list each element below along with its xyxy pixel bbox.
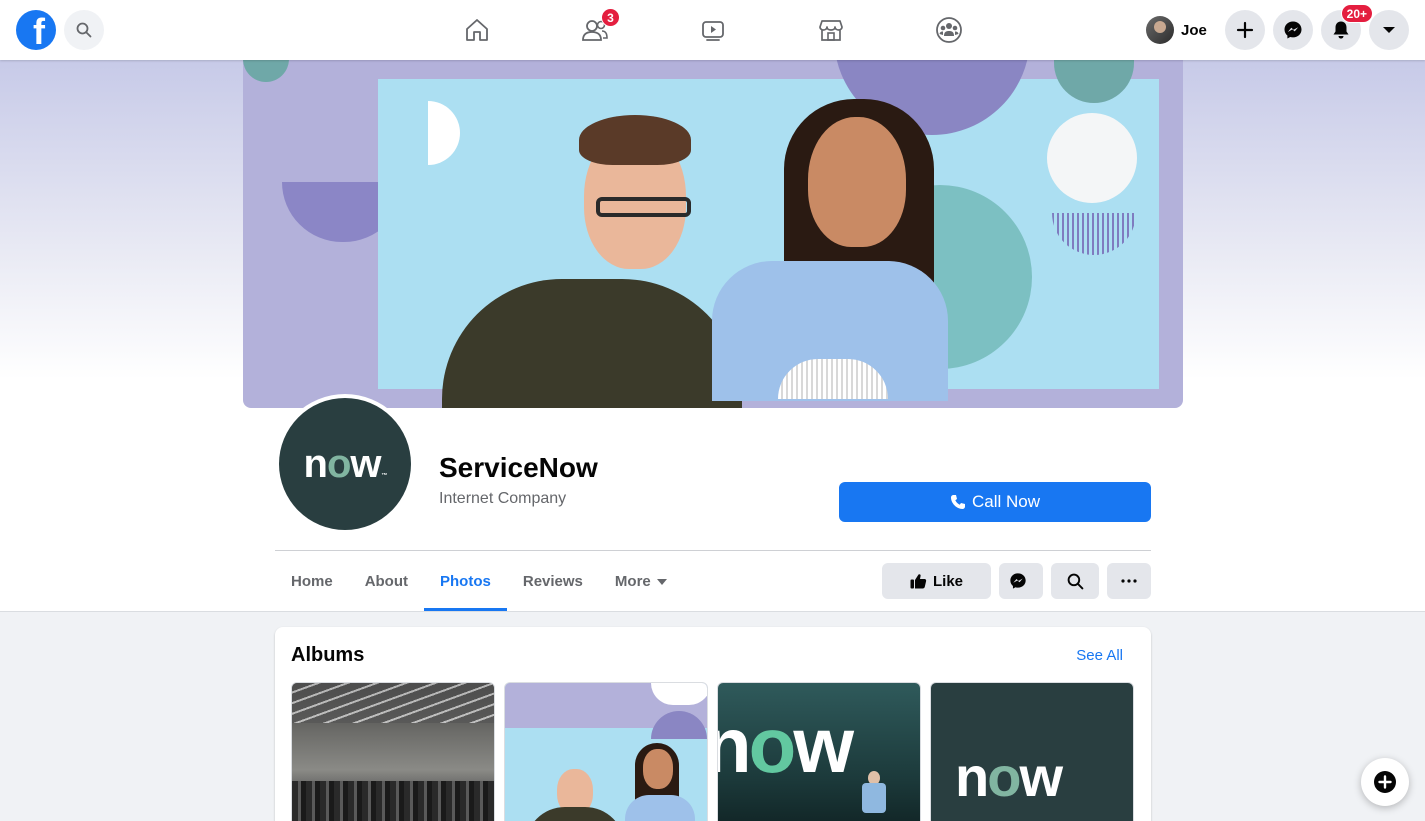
person-man-body bbox=[442, 279, 742, 408]
logo-letter: w bbox=[1019, 745, 1063, 808]
page-search-button[interactable] bbox=[1051, 563, 1099, 599]
like-label: Like bbox=[932, 572, 963, 590]
plus-circle-icon bbox=[1374, 771, 1396, 793]
cover-shape bbox=[1047, 113, 1137, 203]
logo-letter: o bbox=[987, 745, 1021, 808]
album-thumbnail[interactable] bbox=[504, 682, 708, 821]
nav-watch[interactable] bbox=[657, 0, 769, 60]
albums-card: Albums See All now now bbox=[275, 627, 1151, 821]
tab-about[interactable]: About bbox=[349, 552, 424, 611]
tab-label: More bbox=[614, 573, 651, 590]
create-button[interactable] bbox=[1225, 10, 1265, 50]
thumb-face bbox=[643, 749, 673, 789]
page-profile-picture[interactable]: n o w ™ bbox=[275, 394, 415, 534]
person-man-glasses bbox=[596, 197, 691, 217]
cover-photo-backdrop bbox=[378, 60, 1159, 408]
caret-down-icon bbox=[656, 578, 667, 585]
cover-shape bbox=[428, 101, 460, 165]
watch-icon bbox=[702, 21, 724, 41]
home-icon bbox=[466, 19, 488, 41]
album-thumbnail[interactable] bbox=[291, 682, 495, 821]
tab-photos[interactable]: Photos bbox=[424, 552, 507, 611]
call-now-label: Call Now bbox=[971, 492, 1041, 511]
cover-photo[interactable] bbox=[243, 60, 1183, 408]
nav-friends[interactable]: 3 bbox=[539, 0, 651, 60]
logo-letter: w bbox=[350, 441, 381, 486]
plus-icon bbox=[1236, 21, 1254, 39]
nav-groups[interactable] bbox=[893, 0, 1005, 60]
messenger-icon bbox=[1010, 573, 1026, 589]
person-woman-face bbox=[808, 117, 906, 247]
like-button[interactable]: Like bbox=[882, 563, 991, 599]
person-man-hair bbox=[579, 115, 691, 165]
facebook-logo[interactable]: f bbox=[16, 10, 56, 50]
album-thumbnail[interactable]: now bbox=[930, 682, 1134, 821]
tab-home[interactable]: Home bbox=[275, 552, 349, 611]
nav-home[interactable] bbox=[421, 0, 533, 60]
phone-icon bbox=[950, 495, 965, 509]
thumb-now-text: now bbox=[718, 701, 854, 789]
tab-reviews[interactable]: Reviews bbox=[507, 552, 599, 611]
cover-shape bbox=[1054, 60, 1134, 103]
ellipsis-icon bbox=[1121, 579, 1137, 583]
account-menu-button[interactable] bbox=[1369, 10, 1409, 50]
logo-tm: ™ bbox=[381, 472, 388, 479]
speaker bbox=[862, 783, 886, 813]
profile-name: Joe bbox=[1181, 21, 1207, 39]
see-all-link[interactable]: See All bbox=[1076, 647, 1123, 664]
search-icon bbox=[76, 22, 92, 38]
notifications-badge: 20+ bbox=[1340, 4, 1373, 23]
friends-badge: 3 bbox=[601, 8, 620, 27]
albums-title: Albums bbox=[291, 644, 365, 666]
ceiling-lights bbox=[292, 683, 494, 723]
search-button[interactable] bbox=[64, 10, 104, 50]
marketplace-icon bbox=[819, 20, 843, 41]
header-divider bbox=[275, 550, 1151, 551]
page-category: Internet Company bbox=[439, 490, 567, 507]
tab-label: Home bbox=[291, 573, 333, 590]
logo-letter: o bbox=[326, 441, 351, 486]
groups-icon bbox=[936, 17, 962, 43]
album-thumbnail[interactable]: now bbox=[717, 682, 921, 821]
thumb-now-logo: now bbox=[955, 745, 1063, 808]
logo-letter: n bbox=[303, 441, 328, 486]
thumb-body bbox=[525, 807, 625, 821]
audience bbox=[292, 781, 494, 821]
call-now-button[interactable]: Call Now bbox=[839, 482, 1151, 522]
top-navigation-bar: f 3 Joe 20+ bbox=[0, 0, 1425, 60]
cover-shape bbox=[1052, 213, 1136, 255]
logo-letter: n bbox=[955, 745, 989, 808]
new-message-button[interactable] bbox=[1361, 758, 1409, 806]
messenger-button[interactable] bbox=[1273, 10, 1313, 50]
tab-label: Reviews bbox=[522, 573, 583, 590]
nav-marketplace[interactable] bbox=[775, 0, 887, 60]
servicenow-logo: n o w ™ bbox=[279, 398, 411, 530]
tab-more[interactable]: More bbox=[599, 552, 683, 611]
avatar bbox=[1146, 16, 1174, 44]
bell-icon bbox=[1333, 21, 1349, 39]
tab-label: Photos bbox=[440, 573, 491, 590]
search-icon bbox=[1067, 573, 1083, 589]
notifications-button[interactable]: 20+ bbox=[1321, 4, 1373, 50]
message-button[interactable] bbox=[999, 563, 1043, 599]
tab-label: About bbox=[364, 573, 409, 590]
page-tabs: Home About Photos Reviews More bbox=[275, 552, 683, 611]
page-title: ServiceNow bbox=[439, 452, 598, 483]
caret-down-icon bbox=[1383, 27, 1395, 33]
messenger-icon bbox=[1284, 21, 1302, 39]
thumbs-up-icon bbox=[910, 574, 927, 589]
cover-shape bbox=[243, 60, 289, 82]
profile-chip[interactable]: Joe bbox=[1142, 12, 1215, 48]
thumb-shirt bbox=[625, 795, 695, 821]
more-options-button[interactable] bbox=[1107, 563, 1151, 599]
